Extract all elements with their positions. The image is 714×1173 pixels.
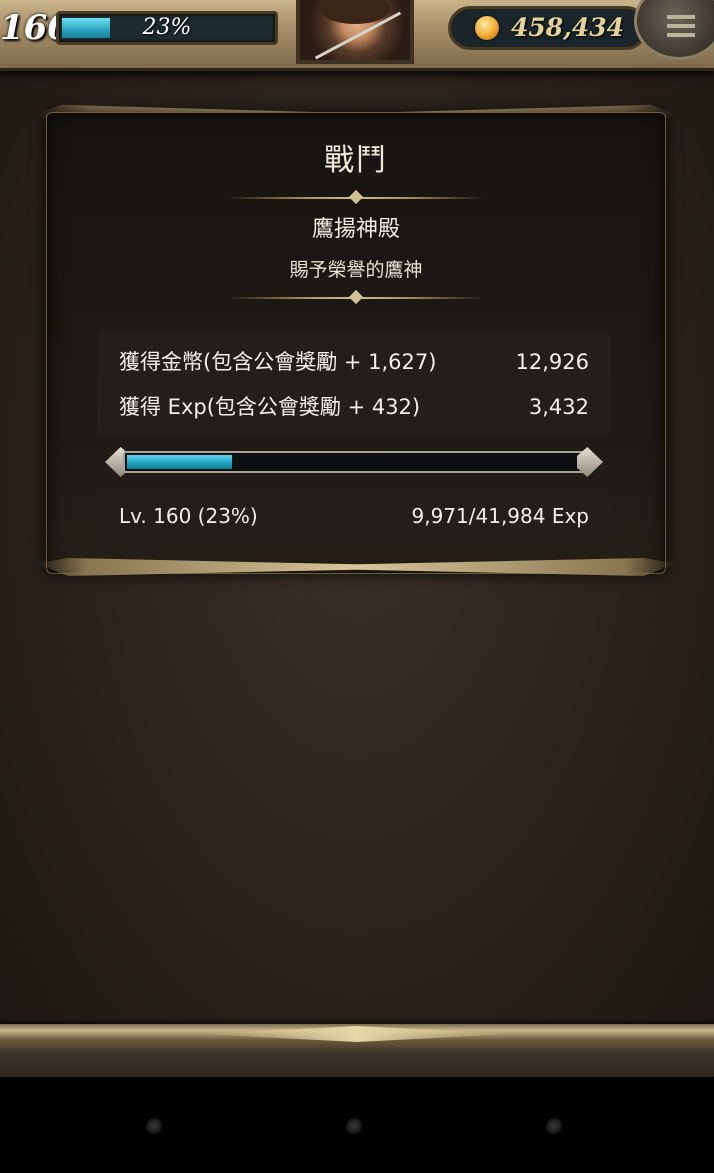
system-nav-bar [0,1077,714,1173]
top-exp-bar: 23% [56,11,278,45]
coin-icon [475,16,499,40]
divider-gem [348,289,364,305]
divider-top [227,189,485,205]
exp-progress-bar [105,447,603,477]
gold-display: 458,434 [448,6,648,50]
bottom-frame [0,1018,714,1077]
reward-exp-label: 獲得 Exp(包含公會獎勵 + 432) [119,395,421,419]
nav-recent-button[interactable] [546,1118,562,1134]
top-exp-percent: 23% [142,15,192,40]
player-level: 160 [0,8,71,48]
reward-gold-label: 獲得金幣(包含公會獎勵 + 1,627) [119,350,437,374]
battle-result-panel: 戰鬥 鷹揚神殿 賜予榮譽的鷹神 獲得金幣(包含公會獎勵 + 1,627) 12,… [46,112,666,574]
menu-icon [667,15,695,37]
divider-bottom [227,289,485,305]
panel-title: 戰鬥 [324,143,388,178]
level-label: Lv. 160 (23%) [119,504,258,528]
exp-bar-track [123,451,587,473]
divider-gem [348,189,364,205]
reward-gold-value: 12,926 [515,350,589,374]
exp-bar-fill [127,455,232,469]
character-portrait[interactable] [296,0,414,64]
menu-button[interactable] [634,0,714,60]
reward-row-gold: 獲得金幣(包含公會獎勵 + 1,627) 12,926 [119,347,589,377]
reward-box: 獲得金幣(包含公會獎勵 + 1,627) 12,926 獲得 Exp(包含公會獎… [97,331,611,435]
top-status-bar: 160 23% 458,434 [0,0,714,78]
level-box: Lv. 160 (23%) 9,971/41,984 Exp [97,491,611,541]
game-screen: 160 23% 458,434 戰鬥 鷹揚神殿 賜予榮譽的鷹神 獲得金幣(包含公… [0,0,714,1077]
quest-subtitle: 賜予榮譽的鷹神 [289,259,423,281]
reward-exp-value: 3,432 [528,395,589,419]
quest-name: 鷹揚神殿 [311,217,400,242]
bottom-ornament [200,1026,514,1042]
gold-amount: 458,434 [511,13,625,42]
nav-back-button[interactable] [146,1118,162,1134]
nav-home-button[interactable] [346,1118,362,1134]
reward-row-exp: 獲得 Exp(包含公會獎勵 + 432) 3,432 [119,392,589,422]
exp-value: 9,971/41,984 Exp [411,504,590,528]
portrait-hair [320,0,390,24]
